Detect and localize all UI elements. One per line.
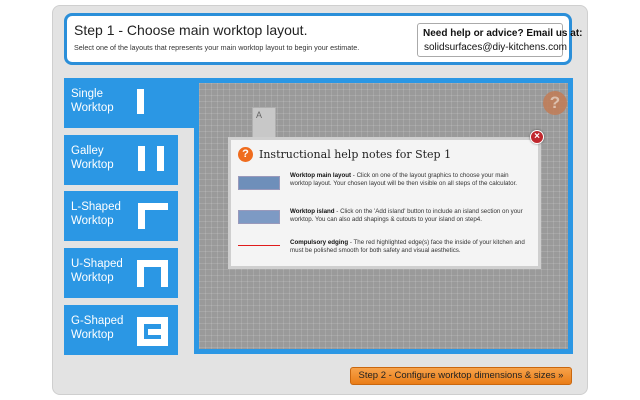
note-heading: Worktop island bbox=[290, 208, 335, 215]
modal-title: Instructional help notes for Step 1 bbox=[259, 148, 452, 161]
next-step-button[interactable]: Step 2 - Configure worktop dimensions & … bbox=[350, 367, 572, 385]
sidebar-item-label: Single Worktop bbox=[71, 88, 114, 114]
help-email-link[interactable]: solidsurfaces@diy-kitchens.com bbox=[424, 42, 567, 53]
note-worktop-main-layout: Worktop main layout - Click on one of th… bbox=[238, 172, 528, 194]
sidebar-item-l-shaped-worktop[interactable]: L-Shaped Worktop bbox=[64, 191, 178, 241]
note-worktop-island: Worktop island - Click on the 'Add islan… bbox=[238, 208, 528, 226]
step-header: Step 1 - Choose main worktop layout. Sel… bbox=[64, 13, 583, 65]
close-icon[interactable]: × bbox=[530, 130, 544, 144]
help-contact-box: Need help or advice? Email us at: solids… bbox=[417, 23, 583, 57]
red-edge-line-icon bbox=[238, 245, 280, 246]
step-instructions: Select one of the layouts that represent… bbox=[74, 43, 360, 52]
note-heading: Worktop main layout bbox=[290, 172, 352, 179]
note-compulsory-edging: Compulsory edging - The red highlighted … bbox=[238, 239, 528, 257]
worktop-section-label: A bbox=[256, 110, 263, 120]
sidebar-item-single-worktop[interactable]: Single Worktop bbox=[64, 78, 198, 128]
sidebar-item-u-shaped-worktop[interactable]: U-Shaped Worktop bbox=[64, 248, 178, 298]
sidebar-item-label: L-Shaped Worktop bbox=[71, 201, 121, 227]
add-island-thumbnail-icon bbox=[238, 210, 280, 224]
sidebar-item-g-shaped-worktop[interactable]: G-Shaped Worktop bbox=[64, 305, 178, 355]
sidebar-item-label: Galley Worktop bbox=[71, 145, 114, 171]
worktop-layout-thumbnail-icon bbox=[238, 176, 280, 190]
sidebar-item-label: U-Shaped Worktop bbox=[71, 258, 123, 284]
sidebar-item-galley-worktop[interactable]: Galley Worktop bbox=[64, 135, 178, 185]
page-title: Step 1 - Choose main worktop layout. bbox=[74, 22, 308, 38]
note-heading: Compulsory edging bbox=[290, 239, 349, 246]
sidebar-item-label: G-Shaped Worktop bbox=[71, 315, 124, 341]
help-notes-modal: ? Instructional help notes for Step 1 Wo… bbox=[228, 137, 541, 269]
question-icon: ? bbox=[238, 147, 253, 162]
help-question-icon[interactable]: ? bbox=[543, 91, 567, 115]
help-title: Need help or advice? Email us at: bbox=[423, 28, 583, 39]
